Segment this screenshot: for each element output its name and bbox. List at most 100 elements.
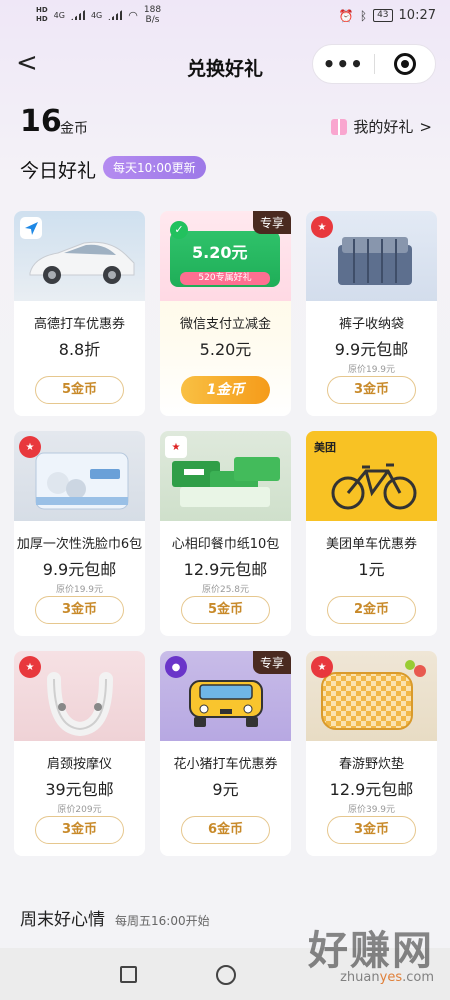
weekend-section-header: 周末好心情 每周五16:00开始 — [20, 905, 210, 930]
product-card[interactable]: ★ 加厚一次性洗脸巾6包 9.9元包邮 原价19.9元 3金币 — [14, 431, 145, 636]
brand-logo-icon: ★ — [165, 436, 187, 458]
my-gifts-link[interactable]: 我的好礼 > — [331, 116, 432, 137]
product-card[interactable]: 5.20元 520专属好礼 ✓ 专享 微信支付立减金 5.20元 1金币 — [160, 211, 291, 416]
sim2-label: HD — [36, 15, 48, 23]
product-title: 裤子收纳袋 — [338, 317, 404, 332]
product-card[interactable]: ★ 心相印餐巾纸10包 12.9元包邮 原价25.8元 5金币 — [160, 431, 291, 636]
weekend-title: 周末好心情 — [20, 910, 105, 930]
product-price: 9.9元包邮 — [334, 340, 409, 359]
product-title: 微信支付立减金 — [179, 317, 271, 332]
close-button[interactable] — [374, 53, 435, 75]
status-left: HD HD 4G 4G ◠ 188 B/s — [36, 5, 161, 25]
coin-balance: 16 — [20, 104, 62, 139]
redeem-button-label: 2金币 — [353, 602, 390, 617]
brand-logo-icon: ★ — [19, 656, 41, 678]
product-image: ★ — [160, 431, 291, 521]
redeem-button-label: 5金币 — [207, 602, 244, 617]
wifi-icon: ◠ — [128, 8, 138, 22]
home-icon[interactable] — [216, 965, 236, 985]
redeem-button-label: 6金币 — [207, 822, 244, 837]
product-image: 美团 — [306, 431, 437, 521]
network1-label: 4G — [53, 10, 65, 20]
product-price: 12.9元包邮 — [183, 560, 268, 579]
network-speed: 188 B/s — [144, 5, 161, 25]
redeem-button-label: 3金币 — [61, 602, 98, 617]
product-price: 1元 — [358, 560, 385, 579]
original-price: 原价19.9元 — [55, 585, 104, 595]
close-icon-dot — [400, 60, 409, 68]
product-title: 加厚一次性洗脸巾6包 — [16, 537, 143, 552]
product-grid: 高德打车优惠券 8.8折 5金币 5.20元 520专属好礼 ✓ 专享 微信支付… — [14, 211, 438, 856]
product-title: 肩颈按摩仪 — [46, 757, 112, 772]
mini-program-capsule: ••• — [312, 44, 436, 84]
redeem-button[interactable]: 3金币 — [35, 816, 124, 844]
original-price: 原价39.9元 — [347, 805, 396, 815]
redeem-button-label: 1金币 — [206, 382, 245, 398]
product-card[interactable]: ● 专享 花小猪打车优惠券 9元 6金币 — [160, 651, 291, 856]
exclusive-tag: 专享 — [252, 651, 291, 674]
product-price: 9.9元包邮 — [42, 560, 117, 579]
original-price: 原价19.9元 — [347, 365, 396, 375]
product-price: 9元 — [212, 780, 239, 799]
update-time-badge: 每天10:00更新 — [103, 156, 206, 179]
navigation-arrow-icon — [20, 217, 42, 239]
coins-row: 16 金币 我的好礼 > — [0, 96, 450, 150]
speed-value: 188 — [143, 5, 162, 15]
watermark-url-a: zhuan — [340, 970, 380, 985]
redeem-button-label: 5金币 — [61, 382, 98, 397]
product-title: 花小猪打车优惠券 — [173, 757, 278, 772]
close-icon — [393, 53, 416, 75]
bluetooth-icon: ᛒ — [359, 8, 368, 23]
signal-icon — [70, 10, 85, 20]
redeem-button[interactable]: 3金币 — [327, 816, 416, 844]
product-card[interactable]: 高德打车优惠券 8.8折 5金币 — [14, 211, 145, 416]
product-card[interactable]: ★ 裤子收纳袋 9.9元包邮 原价19.9元 3金币 — [306, 211, 437, 416]
original-price: 原价25.8元 — [201, 585, 250, 595]
status-bar: HD HD 4G 4G ◠ 188 B/s ⏰ ᛒ 43 10:27 — [0, 0, 450, 34]
recent-apps-icon[interactable] — [120, 966, 137, 983]
redeem-button-label: 3金币 — [353, 382, 390, 397]
voucher-graphic: 5.20元 520专属好礼 — [170, 231, 280, 287]
network2-label: 4G — [90, 10, 103, 20]
pig-logo-icon: ● — [165, 656, 187, 678]
arrow-shape — [25, 222, 38, 235]
product-image — [14, 211, 145, 301]
coin-unit: 金币 — [60, 121, 88, 137]
product-price: 8.8折 — [58, 340, 101, 359]
redeem-button[interactable]: 5金币 — [35, 376, 124, 404]
section-title: 今日好礼 — [20, 160, 97, 182]
redeem-button[interactable]: 1金币 — [181, 376, 270, 404]
product-price: 12.9元包邮 — [329, 780, 414, 799]
voucher-ribbon: 520专属好礼 — [180, 272, 270, 285]
redeem-button[interactable]: 3金币 — [35, 596, 124, 624]
product-title: 春游野炊垫 — [338, 757, 404, 772]
clock: 10:27 — [398, 8, 436, 23]
product-card[interactable]: 美团 美团单车优惠券 1元 2金币 — [306, 431, 437, 636]
brand-logo-icon: ★ — [311, 656, 333, 678]
product-image: ★ — [14, 651, 145, 741]
product-image: 5.20元 520专属好礼 ✓ 专享 — [160, 211, 291, 301]
product-card[interactable]: ★ 春游野炊垫 12.9元包邮 原价39.9元 3金币 — [306, 651, 437, 856]
more-icon[interactable]: ••• — [313, 44, 374, 84]
signal-icon-2 — [108, 10, 123, 20]
status-right: ⏰ ᛒ 43 10:27 — [339, 8, 436, 23]
sim1-label: HD — [36, 6, 48, 14]
redeem-button[interactable]: 3金币 — [327, 376, 416, 404]
product-title: 高德打车优惠券 — [33, 317, 125, 332]
redeem-button[interactable]: 2金币 — [327, 596, 416, 624]
product-price: 5.20元 — [199, 340, 252, 359]
product-image: ★ — [306, 211, 437, 301]
wechat-check-icon: ✓ — [170, 221, 188, 239]
product-card[interactable]: ★ 肩颈按摩仪 39元包邮 原价209元 3金币 — [14, 651, 145, 856]
redeem-button-label: 3金币 — [61, 822, 98, 837]
watermark: 好赚网 zhuanyes.com — [308, 918, 434, 985]
alarm-icon: ⏰ — [338, 8, 354, 23]
product-image: ● 专享 — [160, 651, 291, 741]
product-image: ★ — [14, 431, 145, 521]
sim-labels: HD HD — [36, 6, 48, 24]
redeem-button[interactable]: 5金币 — [181, 596, 270, 624]
redeem-button[interactable]: 6金币 — [181, 816, 270, 844]
speed-unit: B/s — [145, 15, 160, 25]
my-gifts-label: 我的好礼 — [353, 118, 414, 136]
original-price: 原价209元 — [57, 805, 102, 815]
